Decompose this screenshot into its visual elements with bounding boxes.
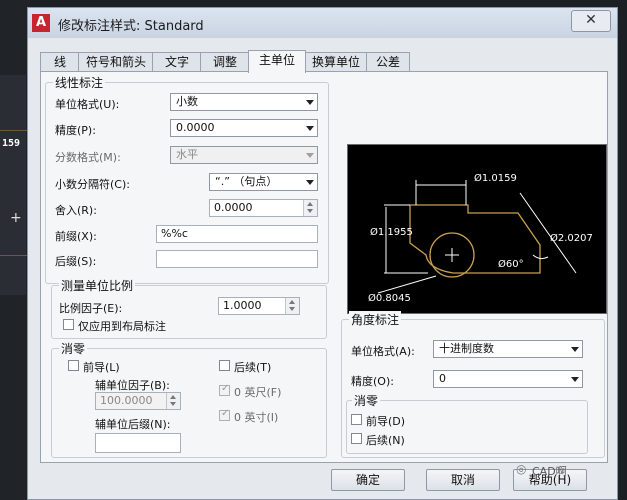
wechat-watermark-icon: ◎ — [516, 462, 527, 476]
round-off-value: 0.0000 — [214, 201, 253, 214]
dimension-preview: Ø1.0159 Ø1.1955 Ø2.0207 Ø60° Ø0.8045 — [347, 144, 607, 314]
unit-format-label: 单位格式(U): — [55, 98, 120, 111]
unit-format-value: 小数 — [176, 95, 198, 108]
scale-group-title: 测量单位比例 — [59, 277, 136, 294]
sub-unit-suffix-input[interactable] — [95, 433, 181, 453]
checkmark-icon: ✓ — [221, 383, 230, 394]
ok-button[interactable]: 确定 — [331, 469, 405, 491]
chevron-down-icon — [571, 347, 579, 352]
workspace-line — [0, 255, 28, 256]
workspace-panel — [0, 75, 26, 295]
scale-factor-value: 1.0000 — [223, 299, 262, 312]
chevron-down-icon — [571, 377, 579, 382]
primary-units-panel: 线性标注 单位格式(U): 小数 精度(P): 0.0000 分数格式(M): … — [40, 71, 608, 463]
decimal-separator-value: “.” （句点） — [215, 175, 278, 188]
angular-precision-label: 精度(O): — [351, 375, 394, 388]
chevron-down-icon — [306, 180, 314, 185]
cancel-button[interactable]: 取消 — [426, 469, 500, 491]
zero-suppression-title: 消零 — [59, 340, 88, 357]
spinner-arrows-icon[interactable] — [285, 298, 299, 314]
preview-drawing: Ø1.0159 Ø1.1955 Ø2.0207 Ø60° Ø0.8045 — [368, 172, 593, 304]
precision-label: 精度(P): — [55, 124, 96, 137]
workspace-line — [0, 130, 28, 131]
checkmark-icon: ✓ — [221, 408, 230, 419]
tab-alternate-units[interactable]: 换算单位 — [304, 52, 368, 72]
angular-leading-checkbox[interactable] — [351, 414, 362, 425]
round-off-label: 舍入(R): — [55, 204, 97, 217]
suffix-input[interactable] — [156, 250, 318, 268]
suffix-label: 后缀(S): — [55, 255, 97, 268]
dim-text-left: Ø1.1955 — [370, 226, 413, 238]
close-button[interactable]: ✕ — [571, 10, 611, 32]
decimal-separator-label: 小数分隔符(C): — [55, 178, 130, 191]
chevron-down-icon — [306, 153, 314, 158]
tab-primary-units[interactable]: 主单位 — [248, 50, 306, 73]
angular-trailing-checkbox[interactable] — [351, 433, 362, 444]
angular-leading-label: 前导(D) — [366, 415, 406, 428]
tab-text[interactable]: 文字 — [152, 52, 202, 72]
trailing-zero-checkbox[interactable] — [219, 360, 230, 371]
leading-zero-checkbox[interactable] — [68, 360, 79, 371]
sub-unit-factor-value: 100.0000 — [100, 394, 153, 407]
round-off-spinner[interactable]: 0.0000 — [209, 199, 318, 217]
zero-inches-checkbox: ✓ — [219, 408, 230, 421]
dim-text-right: Ø2.0207 — [550, 232, 593, 244]
fraction-format-label: 分数格式(M): — [55, 151, 121, 164]
title-bar[interactable]: A 修改标注样式: Standard ✕ — [28, 8, 617, 38]
angular-group-title: 角度标注 — [349, 311, 402, 328]
trailing-zero-label: 后续(T) — [234, 361, 272, 374]
dim-text-angle: Ø60° — [498, 258, 524, 270]
workspace-text: 159 — [2, 138, 21, 149]
cad-workspace-background: rd 159 + — [0, 0, 30, 500]
angular-unit-format-select[interactable]: 十进制度数 — [433, 340, 583, 358]
tab-symbols-arrows[interactable]: 符号和箭头 — [78, 52, 154, 72]
unit-format-select[interactable]: 小数 — [170, 93, 318, 111]
precision-select[interactable]: 0.0000 — [170, 119, 318, 137]
fraction-format-value: 水平 — [176, 148, 198, 161]
prefix-input[interactable]: %%c — [156, 225, 318, 243]
sub-unit-suffix-label: 辅单位后缀(N): — [95, 418, 171, 431]
dim-leader-bottom — [377, 275, 437, 294]
apply-layout-only-checkbox[interactable] — [63, 319, 74, 330]
spinner-arrows-icon — [166, 393, 180, 409]
tab-lines[interactable]: 线 — [40, 52, 80, 72]
angular-trailing-label: 后续(N) — [366, 434, 405, 447]
scale-factor-label: 比例因子(E): — [59, 302, 123, 315]
autocad-logo-icon: A — [32, 14, 50, 32]
chevron-down-icon — [306, 126, 314, 131]
spinner-arrows-icon[interactable] — [303, 200, 317, 216]
leading-zero-label: 前导(L) — [83, 361, 120, 374]
dimension-style-dialog: A 修改标注样式: Standard ✕ 线 符号和箭头 文字 调整 主单位 换… — [27, 7, 618, 500]
zero-inches-label: 0 英寸(I) — [234, 411, 279, 424]
dim-text-bottom: Ø0.8045 — [368, 292, 411, 304]
decimal-separator-select[interactable]: “.” （句点） — [209, 173, 318, 191]
angular-precision-value: 0 — [439, 372, 446, 385]
scale-factor-spinner[interactable]: 1.0000 — [218, 297, 300, 315]
sub-unit-factor-spinner: 100.0000 — [95, 392, 181, 410]
angular-unit-format-value: 十进制度数 — [439, 342, 494, 355]
prefix-label: 前缀(X): — [55, 230, 97, 243]
dialog-title: 修改标注样式: Standard — [58, 19, 204, 34]
angular-zero-title: 消零 — [352, 392, 381, 409]
watermark-text: CAD啊 — [532, 465, 567, 478]
linear-group-title: 线性标注 — [53, 74, 106, 91]
angular-unit-format-label: 单位格式(A): — [351, 345, 415, 358]
tab-tolerances[interactable]: 公差 — [366, 52, 410, 72]
angular-precision-select[interactable]: 0 — [433, 370, 583, 388]
tab-fit[interactable]: 调整 — [200, 52, 250, 72]
crosshair-icon: + — [10, 210, 22, 226]
apply-layout-only-label: 仅应用到布局标注 — [78, 320, 166, 333]
dim-text-top: Ø1.0159 — [474, 172, 517, 184]
chevron-down-icon — [306, 100, 314, 105]
zero-feet-label: 0 英尺(F) — [234, 386, 282, 399]
sub-unit-factor-label: 辅单位因子(B): — [95, 379, 170, 392]
fraction-format-select: 水平 — [170, 146, 318, 164]
precision-value: 0.0000 — [176, 121, 215, 134]
zero-feet-checkbox: ✓ — [219, 383, 230, 396]
